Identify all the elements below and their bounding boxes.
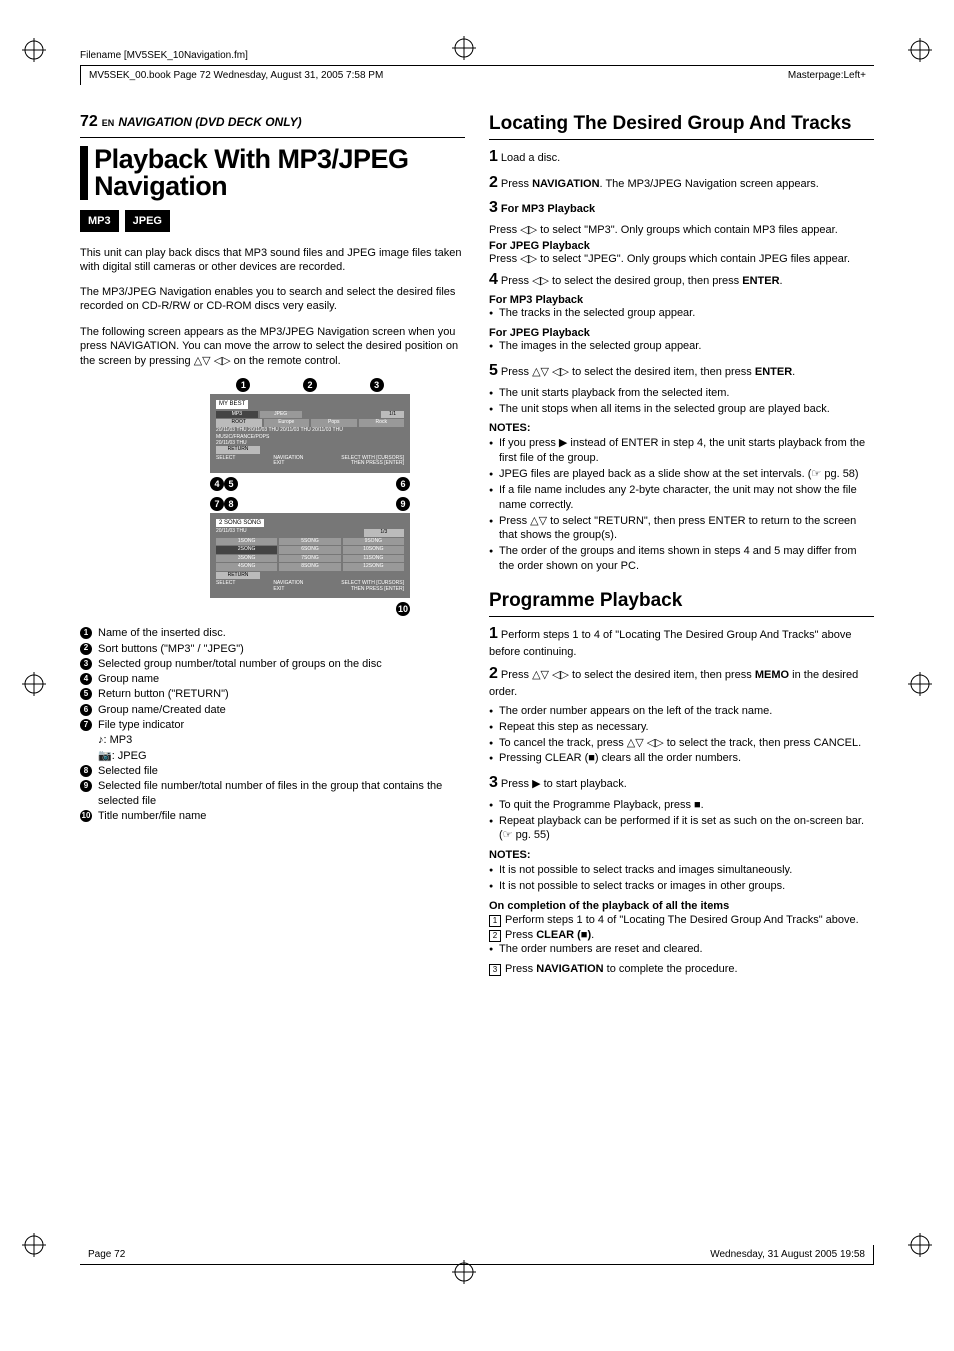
prog-step-2: Press △▽ ◁▷ to select the desired item, … [489, 669, 858, 698]
callout-6: 6 [396, 477, 410, 491]
loc-step-3j-body: Press ◁▷ to select "JPEG". Only groups w… [489, 252, 874, 265]
note-loc-2: JPEG files are played back as a slide sh… [489, 467, 874, 482]
file-type-jpeg: 📷: JPEG [98, 749, 147, 763]
prog-s2-bul-3: To cancel the track, press △▽ ◁▷ to sele… [489, 736, 874, 751]
callout-4: 4 [210, 477, 224, 491]
legend-7: File type indicator [98, 718, 184, 732]
callout-7: 7 [210, 497, 224, 511]
callout-3: 3 [370, 378, 384, 392]
note-prog-2: It is not possible to select tracks or i… [489, 879, 874, 894]
jpeg-badge: JPEG [125, 210, 170, 232]
loc-step-3-head: For MP3 Playback [501, 203, 595, 215]
crop-mark-icon [22, 1233, 46, 1257]
loc-step-4-jpeg-head: For JPEG Playback [489, 327, 874, 339]
crop-mark-icon [908, 38, 932, 62]
loc-step-2: Press NAVIGATION. The MP3/JPEG Navigatio… [501, 178, 819, 190]
legend-9: Selected file number/total number of fil… [98, 779, 465, 808]
callout-9: 9 [396, 497, 410, 511]
main-title: Playback With MP3/JPEG Navigation [94, 146, 465, 200]
locating-heading: Locating The Desired Group And Tracks [489, 113, 874, 135]
notes-heading-2: NOTES: [489, 849, 874, 861]
header-frame: MV5SEK_00.book Page 72 Wednesday, August… [80, 65, 874, 85]
loc-step-3-body: Press ◁▷ to select "MP3". Only groups wh… [489, 223, 874, 236]
completion-2-bul: The order numbers are reset and cleared. [489, 942, 874, 957]
legend-3: Selected group number/total number of gr… [98, 657, 382, 671]
prog-s2-bul-1: The order number appears on the left of … [489, 704, 874, 719]
prog-s2-bul-4: Pressing CLEAR (■) clears all the order … [489, 751, 874, 766]
nav-screen-2: 2 SONG SONG 20/11/03 THU 1/3 1SONG5SONG9… [210, 513, 410, 599]
crop-mark-icon [22, 38, 46, 62]
loc-step-3j-head: For JPEG Playback [489, 240, 874, 252]
note-loc-3: If a file name includes any 2-byte chara… [489, 483, 874, 513]
notes-heading: NOTES: [489, 422, 874, 434]
note-loc-1: If you press ▶ instead of ENTER in step … [489, 436, 874, 466]
legend-8: Selected file [98, 764, 158, 778]
nav-screen-diagram: 1 2 3 MY BEST MP3 JPEG 1/1 ROOT Europe [210, 378, 410, 616]
page-number: 72 [80, 113, 98, 131]
loc-step-5: Press △▽ ◁▷ to select the desired item, … [501, 366, 795, 378]
loc-step-4-mp3-head: For MP3 Playback [489, 294, 874, 306]
box-1: 1 [489, 915, 501, 927]
box-3: 3 [489, 964, 501, 976]
loc-step-4-jpeg: The images in the selected group appear. [489, 339, 874, 354]
prog-step-3: Press ▶ to start playback. [501, 778, 627, 790]
callout-5: 5 [224, 477, 238, 491]
file-type-mp3: ♪: MP3 [98, 733, 132, 747]
masterpage-label: Masterpage:Left+ [788, 70, 866, 81]
legend-2: Sort buttons ("MP3" / "JPEG") [98, 642, 244, 656]
footer-page: Page 72 [88, 1249, 125, 1260]
footer-date: Wednesday, 31 August 2005 19:58 [710, 1249, 865, 1260]
crop-mark-icon [452, 36, 476, 60]
section-heading: NAVIGATION (DVD DECK ONLY) [118, 115, 301, 129]
footer-frame: Page 72 Wednesday, 31 August 2005 19:58 [80, 1245, 874, 1265]
crop-mark-icon [908, 672, 932, 696]
note-loc-4: Press △▽ to select "RETURN", then press … [489, 514, 874, 544]
completion-3: Press NAVIGATION to complete the procedu… [505, 963, 738, 975]
prog-s3-bul-2: Repeat playback can be performed if it i… [489, 814, 874, 844]
book-info: MV5SEK_00.book Page 72 Wednesday, August… [89, 70, 383, 81]
intro-para-3: The following screen appears as the MP3/… [80, 325, 465, 368]
callout-1: 1 [236, 378, 250, 392]
loc-step-4: Press ◁▷ to select the desired group, th… [501, 275, 783, 287]
completion-head: On completion of the playback of all the… [489, 900, 874, 912]
title-accent-bar [80, 146, 88, 200]
prog-s3-bul-1: To quit the Programme Playback, press ■. [489, 798, 874, 813]
legend-1: Name of the inserted disc. [98, 626, 226, 640]
loc-step-5-b1: The unit starts playback from the select… [489, 386, 874, 401]
callout-10: 10 [396, 602, 410, 616]
box-2: 2 [489, 930, 501, 942]
completion-2: Press CLEAR (■). [505, 929, 594, 941]
loc-step-1: Load a disc. [501, 152, 560, 164]
legend-list: 1Name of the inserted disc. 2Sort button… [80, 626, 465, 823]
legend-5: Return button ("RETURN") [98, 687, 229, 701]
filename-label: Filename [MV5SEK_10Navigation.fm] [80, 50, 874, 61]
legend-10: Title number/file name [98, 809, 206, 823]
note-loc-5: The order of the groups and items shown … [489, 544, 874, 574]
prog-s2-bul-2: Repeat this step as necessary. [489, 720, 874, 735]
prog-step-1: Perform steps 1 to 4 of "Locating The De… [489, 629, 852, 658]
manual-page: Filename [MV5SEK_10Navigation.fm] MV5SEK… [0, 0, 954, 1351]
crop-mark-icon [908, 1233, 932, 1257]
page-lang: EN [102, 118, 115, 128]
note-prog-1: It is not possible to select tracks and … [489, 863, 874, 878]
callout-8: 8 [224, 497, 238, 511]
completion-1: Perform steps 1 to 4 of "Locating The De… [505, 914, 859, 926]
intro-para-1: This unit can play back discs that MP3 s… [80, 246, 465, 275]
intro-para-2: The MP3/JPEG Navigation enables you to s… [80, 285, 465, 314]
mp3-badge: MP3 [80, 210, 119, 232]
legend-6: Group name/Created date [98, 703, 226, 717]
programme-heading: Programme Playback [489, 590, 874, 612]
crop-mark-icon [22, 672, 46, 696]
nav-screen-1: MY BEST MP3 JPEG 1/1 ROOT Europe Pops Ro… [210, 394, 410, 473]
legend-4: Group name [98, 672, 159, 686]
loc-step-4-mp3: The tracks in the selected group appear. [489, 306, 874, 321]
right-column: Locating The Desired Group And Tracks 1 L… [489, 113, 874, 976]
left-column: 72 EN NAVIGATION (DVD DECK ONLY) Playbac… [80, 113, 465, 976]
loc-step-5-b2: The unit stops when all items in the sel… [489, 402, 874, 417]
callout-2: 2 [303, 378, 317, 392]
